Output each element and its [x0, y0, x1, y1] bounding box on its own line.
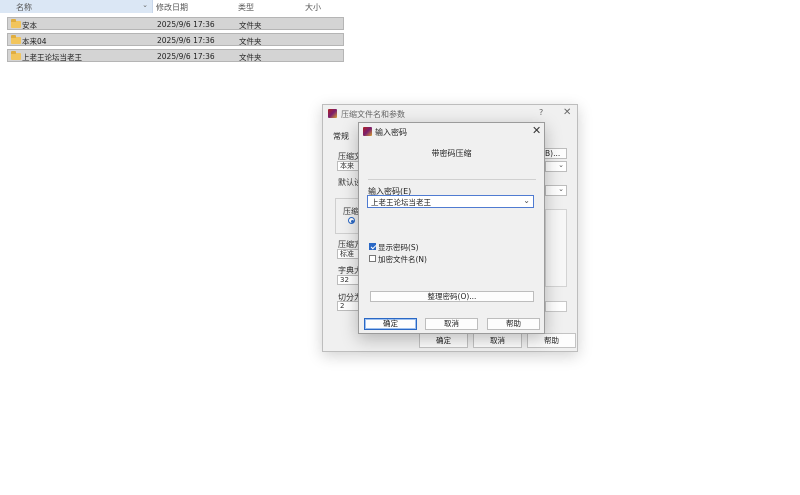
help-icon[interactable]: ? [539, 108, 543, 117]
file-row[interactable]: 上老王论坛当老王 2025/9/6 17:36 文件夹 [7, 49, 344, 62]
file-type: 文件夹 [239, 53, 262, 62]
archive-help-button[interactable]: 帮助 [527, 333, 576, 348]
file-name: 上老王论坛当老王 [22, 53, 82, 62]
encrypt-filenames-label[interactable]: 加密文件名(N) [378, 254, 427, 265]
file-name: 本来04 [22, 37, 47, 46]
column-header: 名称 ⌄ 修改日期 类型 大小 [0, 0, 346, 13]
archive-ok-button[interactable]: 确定 [419, 333, 468, 348]
column-name-header[interactable]: 名称 ⌄ [0, 0, 153, 13]
folder-icon [11, 19, 21, 28]
column-type-header[interactable]: 类型 [238, 2, 254, 13]
split-field[interactable]: 2 [337, 301, 359, 311]
chevron-down-icon: ⌄ [558, 185, 564, 193]
archive-options-panel [545, 209, 567, 287]
file-type: 文件夹 [239, 21, 262, 30]
file-row[interactable]: 安本 2025/9/6 17:36 文件夹 [7, 17, 344, 30]
chevron-down-icon: ⌄ [558, 161, 564, 169]
password-help-button[interactable]: 帮助 [487, 318, 540, 330]
dictionary-size-select[interactable]: 32 [337, 275, 359, 285]
file-date: 2025/9/6 17:36 [157, 20, 215, 29]
column-date-header[interactable]: 修改日期 [156, 2, 188, 13]
profile-select[interactable]: ⌄ [545, 185, 567, 196]
password-value: 上老王论坛当老王 [371, 198, 431, 207]
divider [368, 179, 536, 180]
organize-passwords-button[interactable]: 整理密码(O)... [370, 291, 534, 302]
archive-format-label: 压缩 [343, 207, 359, 216]
archive-cancel-button[interactable]: 取消 [473, 333, 522, 348]
right-field[interactable] [545, 301, 567, 312]
compression-method-select[interactable]: 标准 [337, 249, 359, 259]
file-type: 文件夹 [239, 37, 262, 46]
column-name-label: 名称 [16, 3, 32, 12]
update-mode-select[interactable]: ⌄ [545, 161, 567, 172]
show-password-checkbox[interactable] [369, 243, 376, 250]
file-name: 安本 [22, 21, 37, 30]
tab-general[interactable]: 常规 [333, 131, 349, 142]
close-icon[interactable]: ✕ [563, 107, 571, 118]
folder-icon [11, 51, 21, 60]
password-dialog-subtitle: 带密码压缩 [431, 149, 472, 158]
archive-name-field[interactable]: 本来04 [337, 161, 359, 171]
show-password-label[interactable]: 显示密码(S) [378, 242, 419, 253]
winrar-icon [328, 109, 337, 118]
sort-chevron-icon[interactable]: ⌄ [142, 1, 148, 9]
file-date: 2025/9/6 17:36 [157, 52, 215, 61]
file-explorer: 名称 ⌄ 修改日期 类型 大小 安本 2025/9/6 17:36 文件夹 本来… [0, 0, 346, 64]
password-input[interactable]: 上老王论坛当老王 ⌄ [367, 195, 534, 208]
archive-format-radio[interactable] [348, 217, 355, 224]
password-dialog-title: 输入密码 [375, 128, 407, 137]
password-dialog-titlebar[interactable]: 输入密码 ✕ [359, 123, 544, 139]
chevron-down-icon[interactable]: ⌄ [523, 196, 530, 205]
folder-icon [11, 35, 21, 44]
close-icon[interactable]: ✕ [532, 124, 541, 137]
archive-dialog-title: 压缩文件名和参数 [341, 110, 405, 119]
winrar-icon [363, 127, 372, 136]
encrypt-filenames-checkbox[interactable] [369, 255, 376, 262]
password-ok-button[interactable]: 确定 [364, 318, 417, 330]
password-dialog: 输入密码 ✕ 带密码压缩 输入密码(E) 上老王论坛当老王 ⌄ 显示密码(S) … [358, 122, 545, 334]
file-row[interactable]: 本来04 2025/9/6 17:36 文件夹 [7, 33, 344, 46]
file-date: 2025/9/6 17:36 [157, 36, 215, 45]
password-cancel-button[interactable]: 取消 [425, 318, 478, 330]
archive-dialog-titlebar[interactable]: 压缩文件名和参数 ? ✕ [323, 105, 577, 122]
column-size-header[interactable]: 大小 [305, 2, 321, 13]
